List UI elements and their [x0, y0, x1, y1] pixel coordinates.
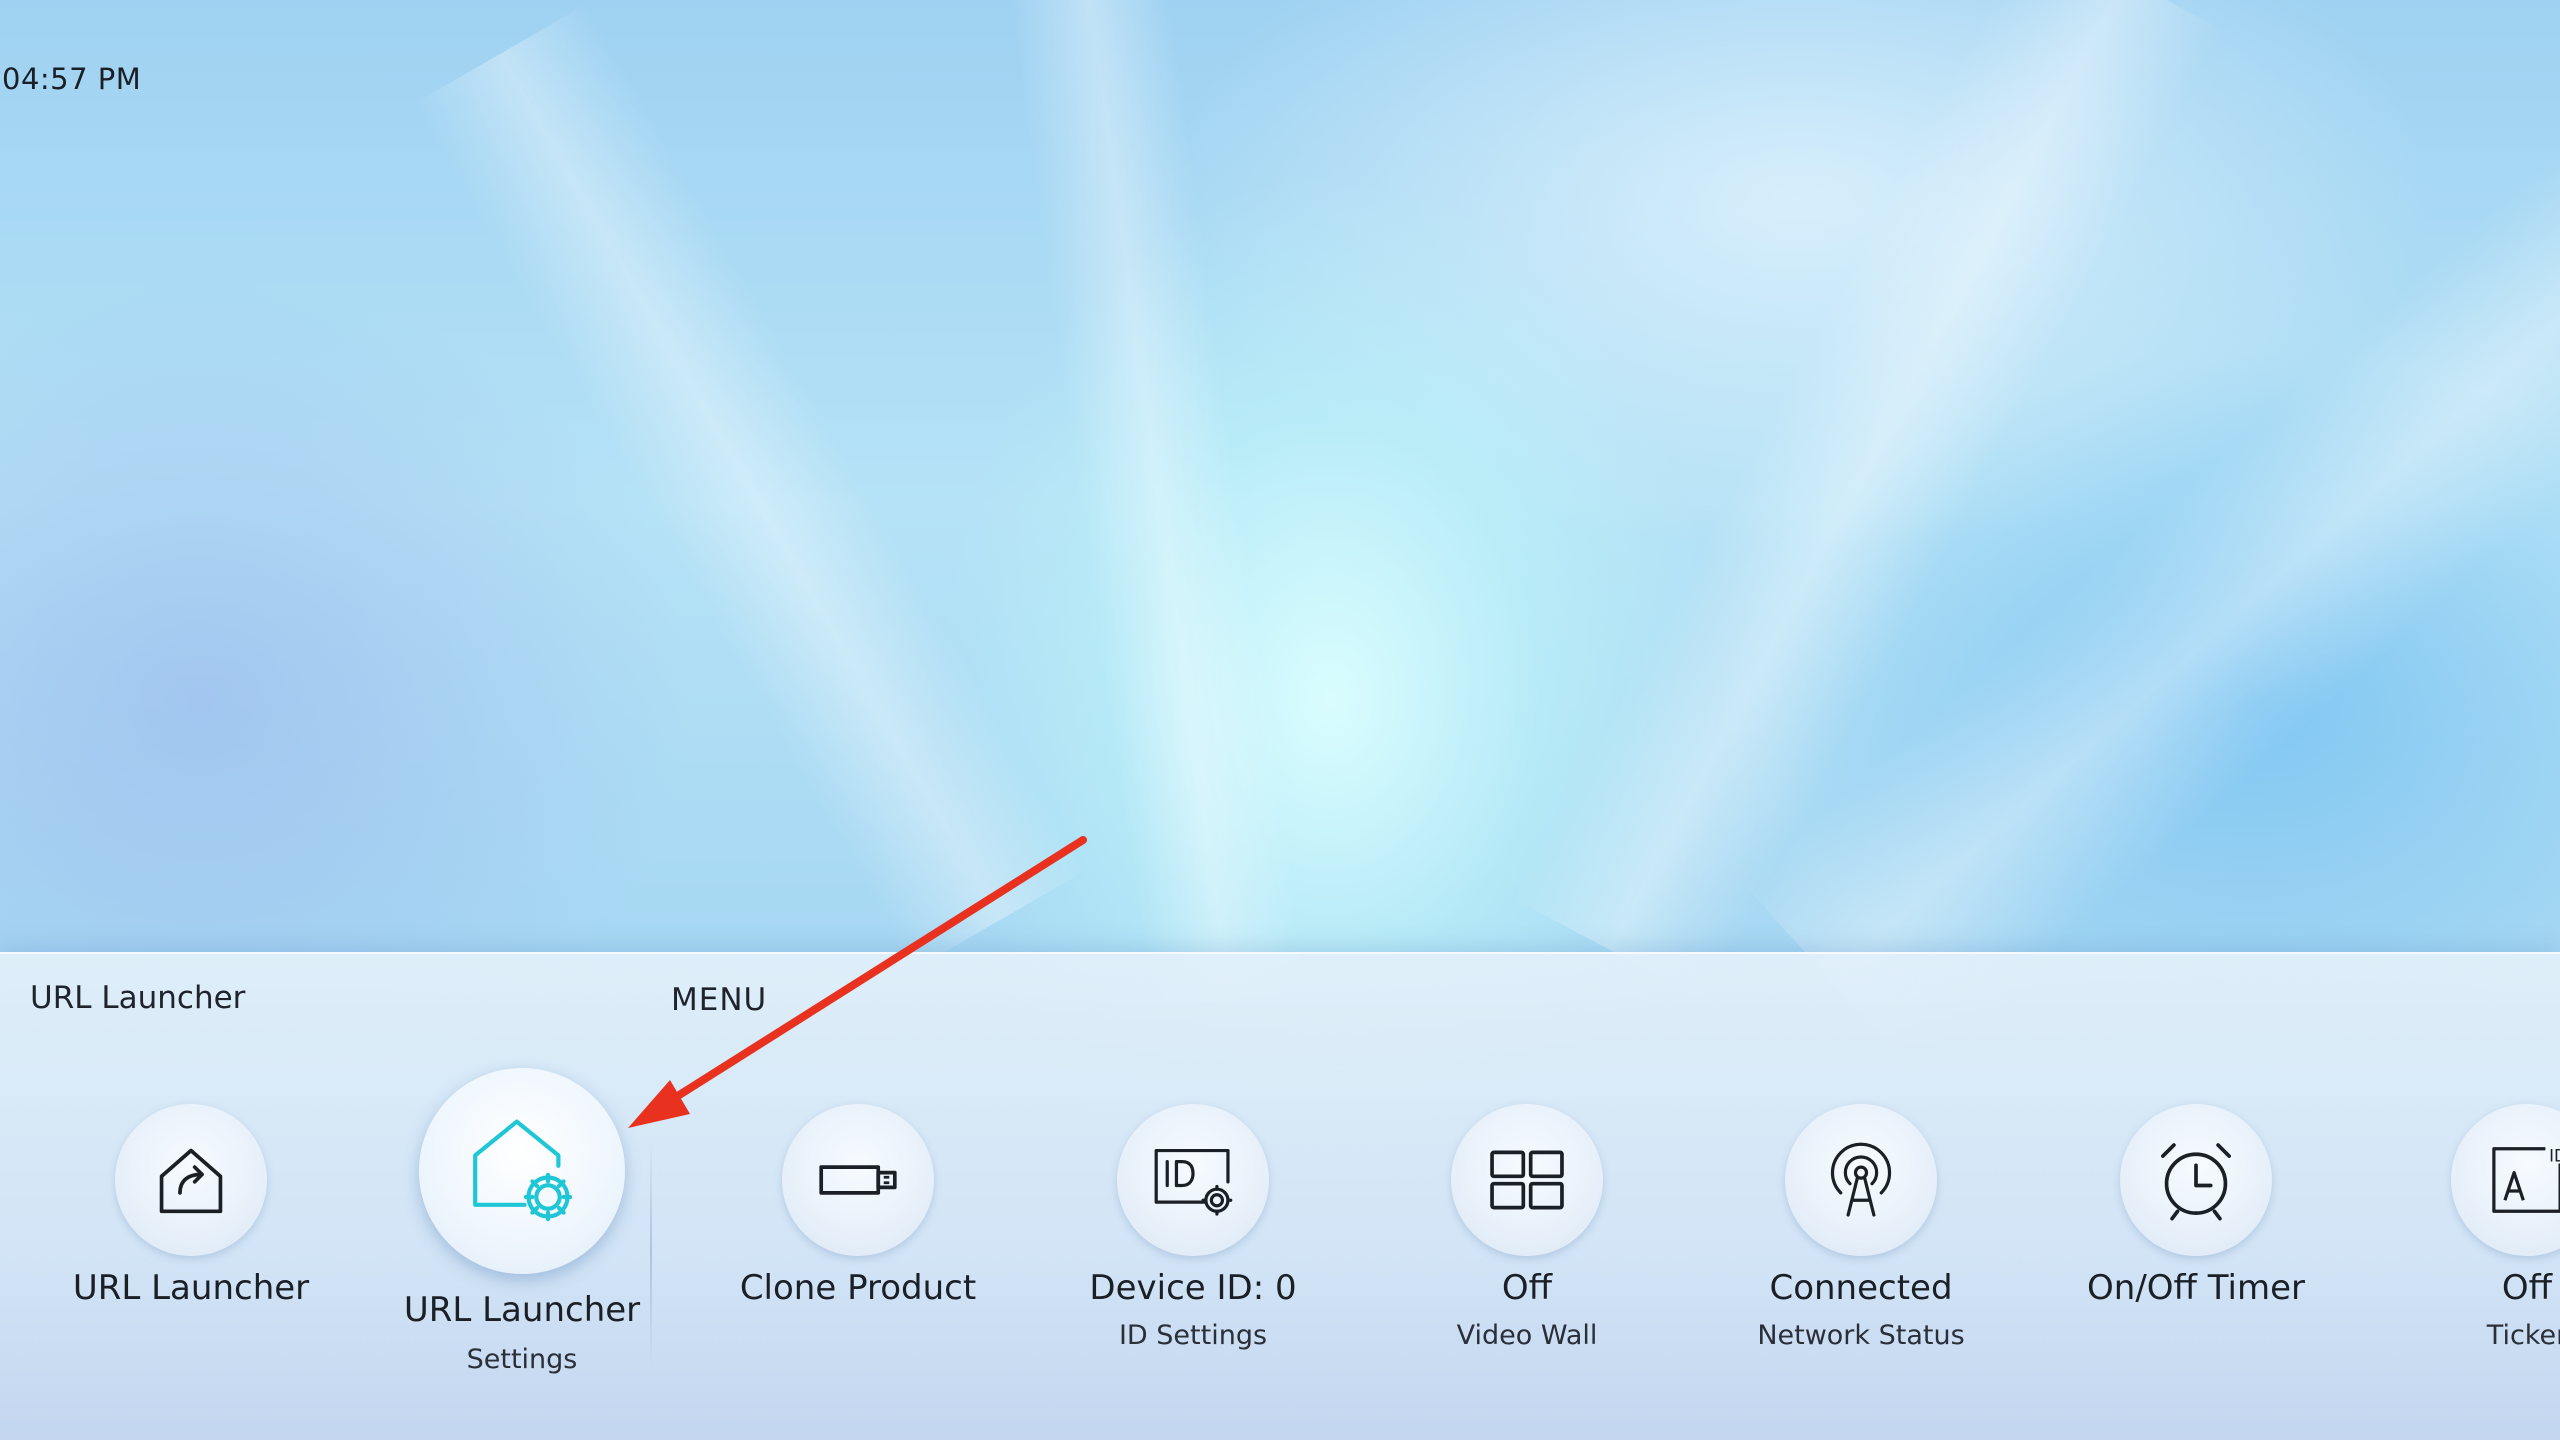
network-antenna-icon — [1830, 1142, 1892, 1217]
menu-item-subtitle: ID Settings — [1118, 1320, 1268, 1351]
menu-item-subtitle: Video Wall — [1456, 1320, 1598, 1351]
menu-item-title: Off — [1501, 1268, 1553, 1308]
section-label: URL Launcher — [30, 980, 246, 1016]
menu-item-title: Connected — [1769, 1268, 1953, 1308]
screen: 04:57 PM URL Launcher MENU URL Launcher — [0, 0, 2560, 1440]
alarm-clock-icon — [2161, 1143, 2231, 1221]
menu-item-circle — [782, 1104, 934, 1256]
menu-item-title: URL Launcher — [403, 1290, 641, 1330]
menu-item-circle: ID — [2451, 1104, 2560, 1256]
menu-item-url-launcher-settings[interactable]: URL Launcher Settings — [392, 1068, 652, 1375]
menu-item-subtitle: Network Status — [1757, 1320, 1965, 1351]
menu-item-subtitle: Settings — [466, 1344, 578, 1375]
menu-item-video-wall[interactable]: Off Video Wall — [1397, 1104, 1657, 1364]
menu-item-network-status[interactable]: Connected Network Status — [1731, 1104, 1991, 1364]
url-launcher-icon — [159, 1148, 223, 1214]
menu-item-circle — [1451, 1104, 1603, 1256]
id-settings-icon — [1154, 1148, 1233, 1216]
menu-item-title: URL Launcher — [72, 1268, 310, 1308]
menu-item-subtitle: Ticker — [2486, 1320, 2560, 1351]
menu-item-on-off-timer[interactable]: On/Off Timer — [2066, 1104, 2326, 1364]
ticker-icon: ID — [2492, 1147, 2560, 1213]
svg-text:ID: ID — [2549, 1147, 2560, 1166]
menu-item-circle — [419, 1068, 625, 1274]
menu-item-circle — [115, 1104, 267, 1256]
menu-item-title: On/Off Timer — [2087, 1268, 2305, 1308]
usb-drive-icon — [819, 1165, 897, 1195]
menu-item-title: Off — [2501, 1268, 2553, 1308]
menu-item-title: Clone Product — [739, 1268, 977, 1308]
menu-item-clone-product[interactable]: Clone Product — [728, 1104, 988, 1364]
background-light-ray — [413, 3, 1087, 970]
video-wall-grid-icon — [1490, 1150, 1564, 1210]
menu-item-url-launcher[interactable]: URL Launcher — [61, 1104, 321, 1364]
menu-item-circle — [1117, 1104, 1269, 1256]
menu-item-title: Device ID: 0 — [1089, 1268, 1297, 1308]
menu-item-circle — [2120, 1104, 2272, 1256]
menu-item-id-settings[interactable]: Device ID: 0 ID Settings — [1063, 1104, 1323, 1364]
url-launcher-settings-icon — [473, 1119, 573, 1222]
menu-label: MENU — [671, 982, 768, 1018]
clock: 04:57 PM — [2, 62, 142, 96]
menu-item-ticker[interactable]: ID Off Ticker — [2397, 1104, 2560, 1364]
menu-bar: URL Launcher MENU URL Launcher URL Launc… — [0, 952, 2560, 1440]
menu-item-circle — [1785, 1104, 1937, 1256]
